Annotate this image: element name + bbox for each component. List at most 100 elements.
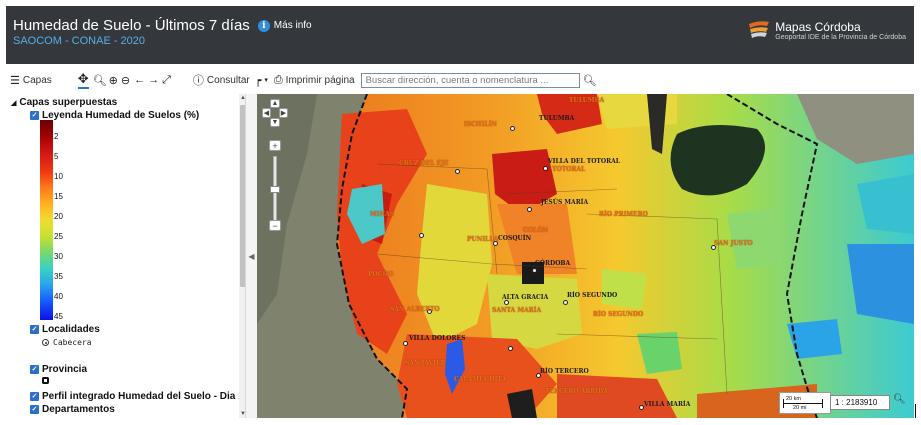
scroll-down-icon[interactable]: ▼ bbox=[239, 411, 245, 417]
panel-scrollbar[interactable]: ▲ ▼ bbox=[239, 94, 245, 418]
search-icon: 🔍︎ bbox=[582, 74, 597, 87]
pan-button[interactable]: ✥ bbox=[77, 71, 89, 89]
pan-left-button[interactable]: ◀ bbox=[262, 108, 271, 118]
moisture-legend-colorbar bbox=[40, 120, 53, 320]
pan-right-button[interactable]: ▶ bbox=[279, 108, 288, 118]
map-canvas[interactable]: ▲ ◀ ▶ ▼ + − ISCHILÍN TULUMBA TULUMBA VIL… bbox=[257, 94, 914, 418]
map-label-villa-del-totoral: VILLA DEL TOTORAL bbox=[548, 158, 620, 165]
zoom-slider-handle[interactable] bbox=[270, 186, 280, 193]
arrow-up-icon: ▲ bbox=[271, 100, 279, 107]
locality-marker[interactable] bbox=[563, 300, 568, 305]
layer-label: Departamentos bbox=[42, 404, 115, 415]
scale-mi-label: 20 mi bbox=[793, 405, 807, 411]
arrow-left-icon: ← bbox=[134, 74, 146, 86]
brand-logo[interactable]: Mapas Córdoba Geoportal IDE de la Provin… bbox=[747, 18, 906, 42]
map-label-tulumba-town: TULUMBA bbox=[539, 115, 575, 122]
pan-down-button[interactable]: ▼ bbox=[270, 118, 280, 127]
expand-icon: ⤢ bbox=[162, 73, 171, 86]
map-label-san-justo: SAN JUSTO bbox=[714, 240, 753, 247]
zoom-out-map-button[interactable]: − bbox=[269, 220, 281, 231]
locality-marker[interactable] bbox=[543, 166, 548, 171]
consult-button[interactable]: ⓘ Consultar bbox=[193, 72, 250, 88]
full-extent-button[interactable]: ⤢ bbox=[162, 74, 171, 87]
checkbox-checked-icon[interactable]: ✓ bbox=[30, 392, 39, 401]
print-button[interactable]: ⎙ Imprimir página bbox=[274, 74, 355, 87]
search-icon: 🔍︎ bbox=[893, 394, 906, 405]
layer-perfil-integrado[interactable]: ✓ Perfil integrado Humedad del Suelo - D… bbox=[30, 391, 244, 402]
legend-tick: 2 bbox=[54, 132, 59, 141]
scale-bar: 20 km 20 mi bbox=[779, 392, 831, 414]
panel-collapse-toggle[interactable]: ◀ bbox=[246, 94, 257, 418]
locality-marker[interactable] bbox=[455, 169, 460, 174]
map-label-colon: COLÓN bbox=[523, 227, 548, 234]
brand-name: Mapas Córdoba bbox=[775, 19, 861, 34]
legend-tick: 35 bbox=[54, 272, 63, 281]
window-edge-divider bbox=[915, 404, 916, 418]
app-header: Humedad de Suelo - Últimos 7 días i Más … bbox=[6, 6, 914, 64]
map-label-ischilin: ISCHILÍN bbox=[464, 121, 497, 128]
brand-subtitle: Geoportal IDE de la Provincia de Córdoba bbox=[775, 33, 906, 41]
layer-localidades[interactable]: ✓ Localidades bbox=[30, 324, 100, 335]
printer-icon: ⎙ bbox=[273, 73, 283, 86]
locality-marker[interactable] bbox=[419, 233, 424, 238]
measure-icon: ┍ bbox=[254, 74, 262, 87]
scale-value: 1 : 2183910 bbox=[835, 398, 878, 407]
layer-provincia[interactable]: ✓ Provincia bbox=[30, 364, 87, 375]
legend-ticks: 2 5 10 15 20 25 30 35 40 45 bbox=[54, 120, 84, 321]
zoom-out-icon: ⊖ bbox=[120, 74, 131, 87]
layers-label: Capas bbox=[22, 74, 52, 86]
checkbox-checked-icon[interactable]: ✓ bbox=[30, 405, 39, 414]
scale-line bbox=[783, 399, 823, 408]
pan-up-button[interactable]: ▲ bbox=[270, 99, 280, 108]
more-info-button[interactable]: i Más info bbox=[257, 19, 312, 32]
page-subtitle: SAOCOM - CONAE - 2020 bbox=[13, 35, 146, 47]
map-label-rio-primero: RÍO PRIMERO bbox=[599, 211, 648, 218]
locality-marker[interactable] bbox=[527, 207, 532, 212]
arrow-right-icon: → bbox=[148, 74, 160, 86]
scale-search-button[interactable]: 🔍︎ bbox=[893, 394, 906, 408]
locality-marker[interactable] bbox=[508, 346, 513, 351]
locality-marker[interactable] bbox=[403, 341, 408, 346]
scale-input[interactable]: 1 : 2183910 bbox=[830, 395, 890, 410]
map-label-villa-dolores: VILLA DOLORES bbox=[409, 335, 466, 342]
collapse-triangle-icon[interactable]: ◢ bbox=[11, 99, 16, 107]
map-label-cordoba: CÓRDOBA bbox=[535, 260, 571, 267]
forward-button[interactable]: → bbox=[148, 74, 159, 86]
locality-marker[interactable] bbox=[510, 126, 515, 131]
zoom-out-button[interactable]: ⊖ bbox=[121, 74, 130, 87]
legend-tick: 25 bbox=[54, 232, 63, 241]
map-label-totoral: TOTORAL bbox=[552, 166, 586, 173]
layer-departamentos[interactable]: ✓ Departamentos bbox=[30, 404, 115, 415]
map-label-san-javier: SAN JAVIER bbox=[405, 360, 446, 367]
map-label-cosquin: COSQUÍN bbox=[498, 235, 532, 242]
cabecera-label: Cabecera bbox=[53, 338, 92, 347]
arrow-down-icon: ▼ bbox=[271, 119, 279, 126]
layers-panel: ◢ Capas superpuestas ✓ Leyenda Humedad d… bbox=[6, 94, 246, 418]
layers-root[interactable]: ◢ Capas superpuestas bbox=[11, 97, 117, 108]
layers-button[interactable]: ☰ Capas bbox=[10, 74, 52, 87]
layers-root-label: Capas superpuestas bbox=[19, 97, 118, 108]
chevron-left-icon: ◀ bbox=[248, 251, 255, 261]
checkbox-checked-icon[interactable]: ✓ bbox=[30, 365, 39, 374]
locality-marker[interactable] bbox=[532, 268, 537, 273]
layer-label: Localidades bbox=[42, 324, 100, 335]
province-boundary-symbol-icon bbox=[42, 377, 49, 384]
checkbox-checked-icon[interactable]: ✓ bbox=[30, 111, 39, 120]
mapas-cordoba-logo-icon bbox=[749, 21, 770, 38]
zoom-in-icon: ⊕ bbox=[108, 74, 118, 87]
address-search-input[interactable] bbox=[360, 72, 580, 88]
measure-dropdown-button[interactable]: ┍ ▾ bbox=[255, 74, 268, 87]
legend-tick: 40 bbox=[54, 292, 63, 301]
back-button[interactable]: ← bbox=[134, 74, 145, 86]
zoom-in-map-button[interactable]: + bbox=[269, 140, 281, 151]
zoom-box-button[interactable]: 🔍︎ bbox=[93, 74, 107, 87]
zoom-in-button[interactable]: ⊕ bbox=[109, 74, 118, 87]
map-label-tercero-arriba: TERCERO ARRIBA bbox=[545, 388, 608, 395]
scroll-up-icon[interactable]: ▲ bbox=[239, 95, 245, 101]
map-toolbar: ☰ Capas ✥ 🔍︎ ⊕ ⊖ ← → ⤢ ⓘ Consultar ┍ ▾ ⎙… bbox=[6, 68, 914, 92]
checkbox-checked-icon[interactable]: ✓ bbox=[30, 325, 39, 334]
map-label-cruz-del-eje: CRUZ DEL EJE bbox=[399, 160, 449, 167]
search-button[interactable]: 🔍︎ bbox=[583, 74, 597, 87]
caret-down-icon: ▾ bbox=[264, 77, 268, 84]
layer-label: Provincia bbox=[42, 364, 88, 375]
